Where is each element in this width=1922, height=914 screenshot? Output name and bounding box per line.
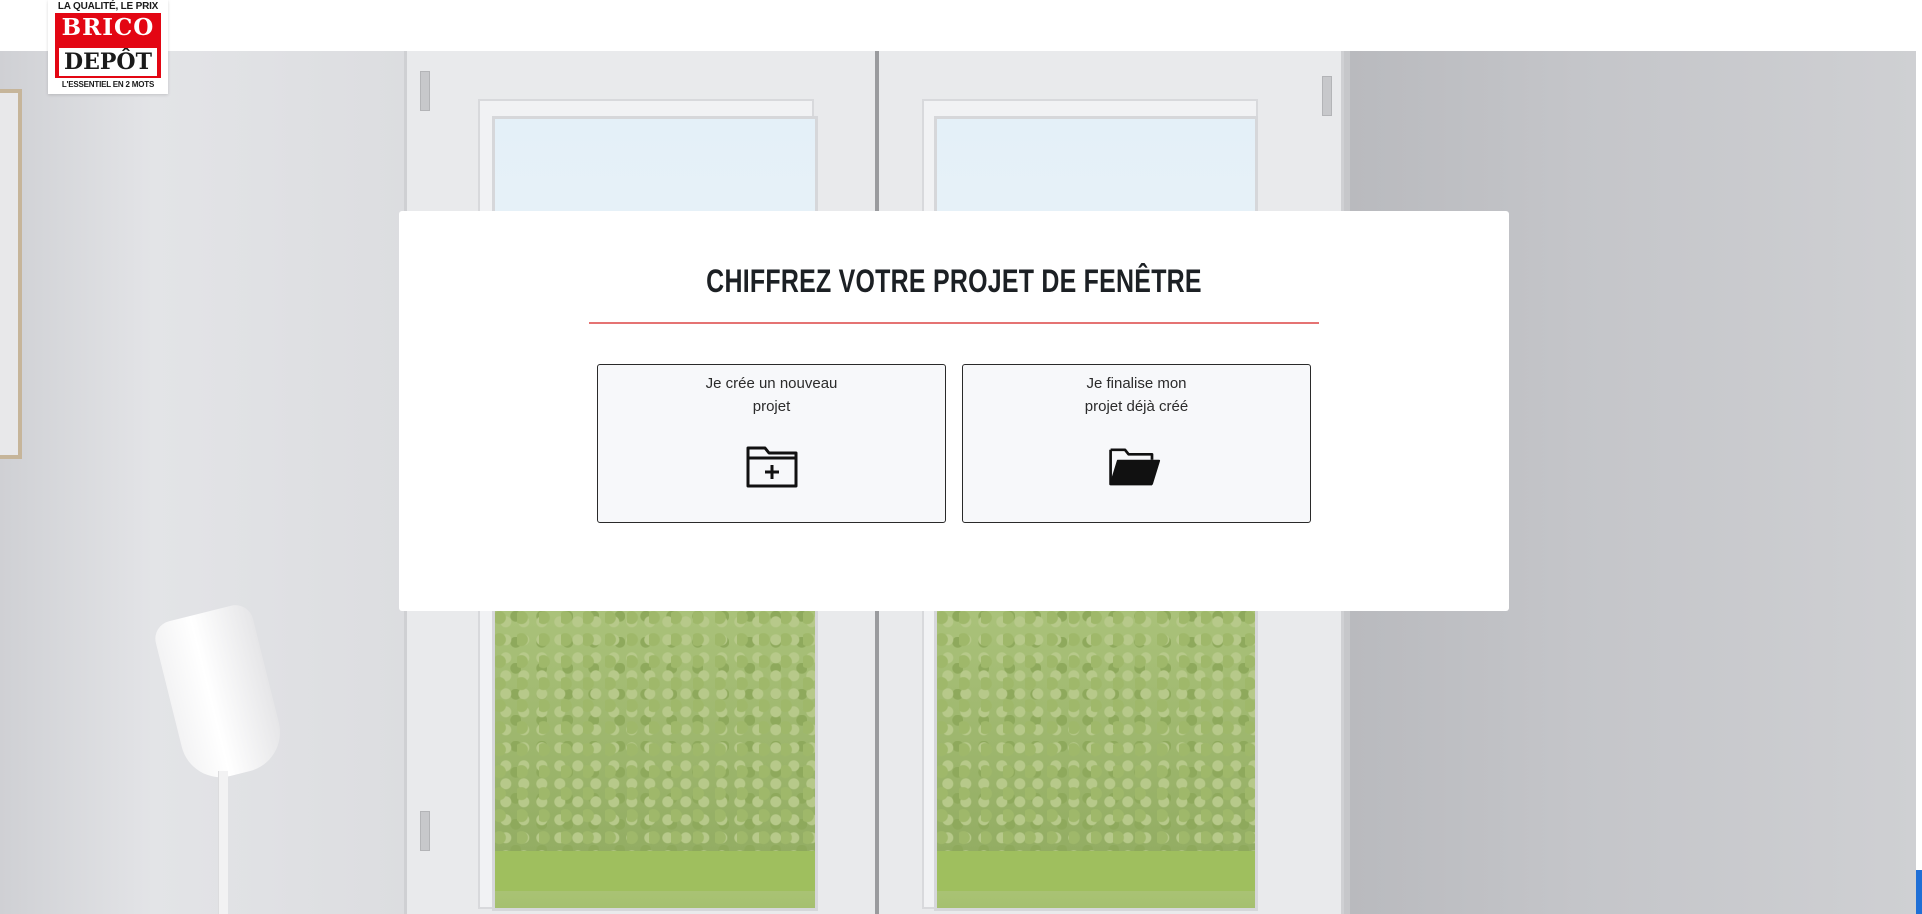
background-hedge [937, 611, 1255, 851]
background-grass [495, 851, 815, 891]
title-divider [589, 322, 1319, 324]
finalize-project-label-line1: Je finalise mon [1086, 375, 1187, 392]
new-project-label: Je crée un nouveau projet [598, 372, 945, 418]
background-hinge [420, 71, 430, 111]
background-hinge [420, 811, 430, 851]
folder-plus-icon [746, 446, 798, 488]
logo-subtagline: L'ESSENTIEL EN 2 MOTS [61, 80, 155, 89]
background-lamp-shade [151, 601, 289, 786]
scrollbar-thumb[interactable] [1916, 870, 1922, 914]
background-picture-frame [0, 89, 22, 459]
background-hedge [495, 611, 815, 851]
new-project-button[interactable]: Je crée un nouveau projet [597, 364, 946, 523]
folder-open-icon [1109, 448, 1161, 486]
logo-brand-bottom: DEPÔT [59, 48, 157, 76]
logo-tagline: LA QUALITÉ, LE PRIX [57, 1, 159, 12]
header-bar [0, 0, 1916, 51]
background-hinge [1322, 76, 1332, 116]
project-choice-card: CHIFFREZ VOTRE PROJET DE FENÊTRE Je crée… [399, 211, 1509, 611]
logo-brand-top: BRICO [61, 14, 155, 41]
finalize-project-label: Je finalise mon projet déjà créé [963, 372, 1310, 418]
finalize-project-label-line2: projet déjà créé [1084, 398, 1189, 415]
logo-brand-box: BRICO DEPÔT [55, 13, 161, 78]
scrollbar-track[interactable] [1916, 0, 1922, 870]
background-grass [937, 851, 1255, 891]
finalize-project-button[interactable]: Je finalise mon projet déjà créé [962, 364, 1311, 523]
page-title: CHIFFREZ VOTRE PROJET DE FENÊTRE [706, 263, 1202, 299]
new-project-label-line1: Je crée un nouveau [705, 375, 838, 392]
brand-logo-link[interactable]: LA QUALITÉ, LE PRIX BRICO DEPÔT L'ESSENT… [48, 0, 168, 94]
new-project-label-line2: projet [752, 398, 791, 415]
background-lamp-pole [218, 771, 228, 914]
